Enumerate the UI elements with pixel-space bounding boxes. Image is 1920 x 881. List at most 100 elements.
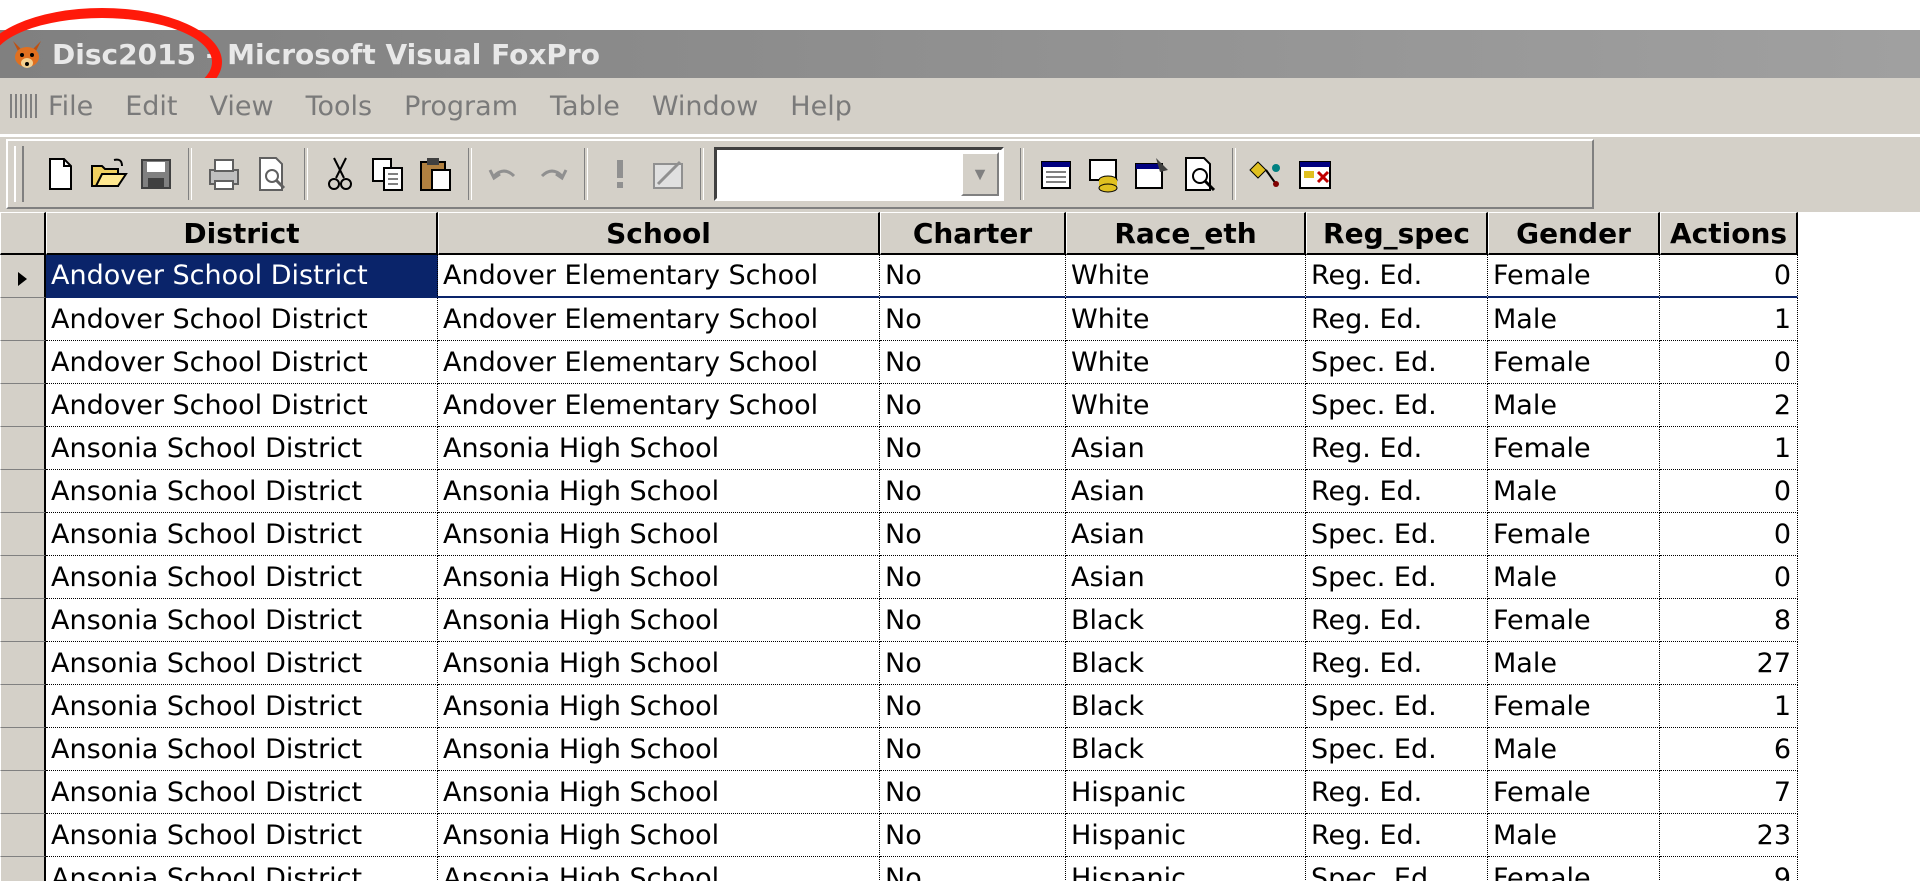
cell-race-eth[interactable]: White bbox=[1066, 341, 1306, 384]
menu-table[interactable]: Table bbox=[550, 91, 620, 122]
class-browser-button[interactable] bbox=[1294, 148, 1338, 200]
run-button[interactable] bbox=[598, 148, 642, 200]
cell-gender[interactable]: Male bbox=[1488, 556, 1660, 599]
cell-district[interactable]: Andover School District bbox=[46, 255, 438, 298]
cell-race-eth[interactable]: Asian bbox=[1066, 556, 1306, 599]
cell-actions[interactable]: 0 bbox=[1660, 513, 1798, 556]
cell-district[interactable]: Ansonia School District bbox=[46, 427, 438, 470]
cell-school[interactable]: Ansonia High School bbox=[438, 771, 880, 814]
cell-gender[interactable]: Male bbox=[1488, 814, 1660, 857]
cell-reg-spec[interactable]: Reg. Ed. bbox=[1306, 470, 1488, 513]
table-row[interactable]: Ansonia School District Ansonia High Scho… bbox=[0, 728, 1798, 771]
record-selector[interactable] bbox=[0, 556, 46, 599]
cell-actions[interactable]: 7 bbox=[1660, 771, 1798, 814]
table-row[interactable]: Ansonia School District Ansonia High Scho… bbox=[0, 599, 1798, 642]
cell-actions[interactable]: 8 bbox=[1660, 599, 1798, 642]
modify-form-button[interactable] bbox=[646, 148, 690, 200]
cell-reg-spec[interactable]: Reg. Ed. bbox=[1306, 599, 1488, 642]
cell-district[interactable]: Ansonia School District bbox=[46, 814, 438, 857]
cell-district[interactable]: Ansonia School District bbox=[46, 857, 438, 881]
table-row[interactable]: Andover School District Andover Elementar… bbox=[0, 341, 1798, 384]
cell-race-eth[interactable]: White bbox=[1066, 255, 1306, 298]
record-selector[interactable] bbox=[0, 427, 46, 470]
menu-view[interactable]: View bbox=[209, 91, 273, 122]
cell-school[interactable]: Ansonia High School bbox=[438, 728, 880, 771]
cell-actions[interactable]: 1 bbox=[1660, 685, 1798, 728]
cell-gender[interactable]: Female bbox=[1488, 427, 1660, 470]
cell-actions[interactable]: 23 bbox=[1660, 814, 1798, 857]
cell-school[interactable]: Ansonia High School bbox=[438, 599, 880, 642]
cell-reg-spec[interactable]: Spec. Ed. bbox=[1306, 384, 1488, 427]
menu-edit[interactable]: Edit bbox=[125, 91, 177, 122]
table-row[interactable]: Ansonia School District Ansonia High Scho… bbox=[0, 771, 1798, 814]
table-row[interactable]: Andover School District Andover Elementar… bbox=[0, 255, 1798, 298]
cell-reg-spec[interactable]: Reg. Ed. bbox=[1306, 814, 1488, 857]
record-selector[interactable] bbox=[0, 599, 46, 642]
cell-race-eth[interactable]: White bbox=[1066, 384, 1306, 427]
toolbar-grip[interactable] bbox=[14, 146, 24, 202]
menu-tools[interactable]: Tools bbox=[306, 91, 373, 122]
record-selector[interactable] bbox=[0, 298, 46, 341]
record-selector[interactable] bbox=[0, 341, 46, 384]
cut-button[interactable] bbox=[318, 148, 362, 200]
cell-reg-spec[interactable]: Spec. Ed. bbox=[1306, 513, 1488, 556]
cell-reg-spec[interactable]: Reg. Ed. bbox=[1306, 298, 1488, 341]
table-row[interactable]: Ansonia School District Ansonia High Scho… bbox=[0, 470, 1798, 513]
column-header-reg-spec[interactable]: Reg_spec bbox=[1306, 212, 1488, 255]
cell-district[interactable]: Ansonia School District bbox=[46, 599, 438, 642]
table-row[interactable]: Andover School District Andover Elementar… bbox=[0, 384, 1798, 427]
cell-charter[interactable]: No bbox=[880, 298, 1066, 341]
cell-race-eth[interactable]: Asian bbox=[1066, 513, 1306, 556]
cell-actions[interactable]: 9 bbox=[1660, 857, 1798, 881]
cell-actions[interactable]: 1 bbox=[1660, 427, 1798, 470]
cell-race-eth[interactable]: Hispanic bbox=[1066, 814, 1306, 857]
cell-gender[interactable]: Male bbox=[1488, 728, 1660, 771]
cell-reg-spec[interactable]: Spec. Ed. bbox=[1306, 341, 1488, 384]
title-bar[interactable]: Disc2015 - Microsoft Visual FoxPro bbox=[0, 30, 1920, 78]
form-designer-button[interactable] bbox=[1246, 148, 1290, 200]
cell-charter[interactable]: No bbox=[880, 642, 1066, 685]
cell-gender[interactable]: Female bbox=[1488, 341, 1660, 384]
menu-window[interactable]: Window bbox=[652, 91, 758, 122]
record-selector[interactable] bbox=[0, 470, 46, 513]
cell-district[interactable]: Ansonia School District bbox=[46, 470, 438, 513]
cell-gender[interactable]: Female bbox=[1488, 513, 1660, 556]
cell-gender[interactable]: Female bbox=[1488, 685, 1660, 728]
copy-button[interactable] bbox=[366, 148, 410, 200]
open-file-button[interactable] bbox=[86, 148, 130, 200]
print-button[interactable] bbox=[202, 148, 246, 200]
cell-race-eth[interactable]: Black bbox=[1066, 728, 1306, 771]
table-row[interactable]: Ansonia School District Ansonia High Scho… bbox=[0, 857, 1798, 881]
cell-charter[interactable]: No bbox=[880, 685, 1066, 728]
cell-school[interactable]: Ansonia High School bbox=[438, 427, 880, 470]
cell-reg-spec[interactable]: Spec. Ed. bbox=[1306, 556, 1488, 599]
cell-school[interactable]: Ansonia High School bbox=[438, 642, 880, 685]
cell-charter[interactable]: No bbox=[880, 470, 1066, 513]
cell-school[interactable]: Ansonia High School bbox=[438, 513, 880, 556]
column-header-race-eth[interactable]: Race_eth bbox=[1066, 212, 1306, 255]
cell-charter[interactable]: No bbox=[880, 728, 1066, 771]
record-selector[interactable] bbox=[0, 384, 46, 427]
cell-charter[interactable]: No bbox=[880, 341, 1066, 384]
cell-school[interactable]: Ansonia High School bbox=[438, 470, 880, 513]
cell-charter[interactable]: No bbox=[880, 814, 1066, 857]
cell-gender[interactable]: Female bbox=[1488, 857, 1660, 881]
column-header-school[interactable]: School bbox=[438, 212, 880, 255]
cell-reg-spec[interactable]: Reg. Ed. bbox=[1306, 255, 1488, 298]
cell-charter[interactable]: No bbox=[880, 556, 1066, 599]
print-preview-button[interactable] bbox=[250, 148, 294, 200]
table-row[interactable]: Ansonia School District Ansonia High Scho… bbox=[0, 642, 1798, 685]
properties-button[interactable] bbox=[1130, 148, 1174, 200]
cell-charter[interactable]: No bbox=[880, 771, 1066, 814]
cell-district[interactable]: Ansonia School District bbox=[46, 771, 438, 814]
menu-program[interactable]: Program bbox=[404, 91, 518, 122]
cell-district[interactable]: Ansonia School District bbox=[46, 513, 438, 556]
cell-school[interactable]: Andover Elementary School bbox=[438, 255, 880, 298]
paste-button[interactable] bbox=[414, 148, 458, 200]
cell-school[interactable]: Ansonia High School bbox=[438, 556, 880, 599]
cell-gender[interactable]: Male bbox=[1488, 642, 1660, 685]
menu-grip-icon[interactable] bbox=[10, 94, 40, 118]
redo-button[interactable] bbox=[530, 148, 574, 200]
record-selector[interactable] bbox=[0, 255, 46, 298]
database-combo[interactable]: ▼ bbox=[714, 147, 1004, 201]
